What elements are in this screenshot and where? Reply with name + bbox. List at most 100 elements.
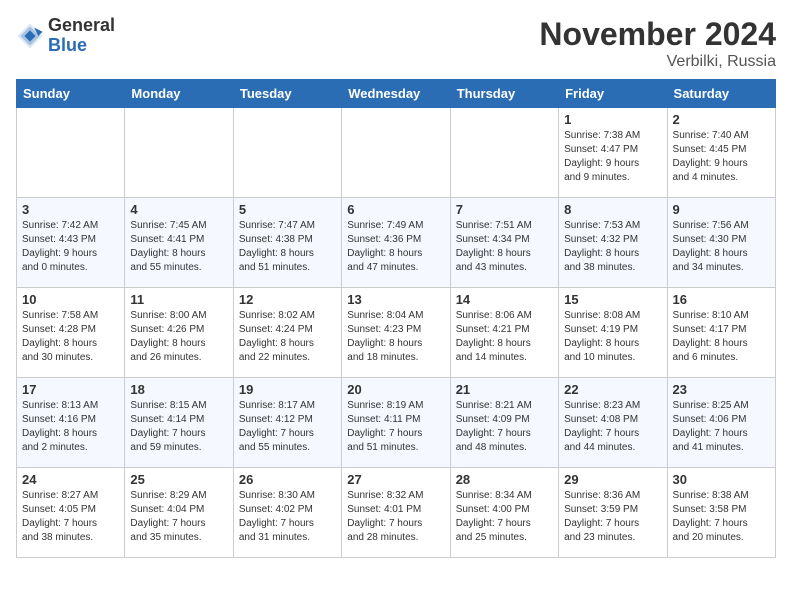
logo-general: General	[48, 15, 115, 35]
day-info: Sunrise: 7:40 AM Sunset: 4:45 PM Dayligh…	[673, 129, 770, 185]
day-info: Sunrise: 7:58 AM Sunset: 4:28 PM Dayligh…	[22, 309, 119, 365]
page-header: General Blue November 2024 Verbilki, Rus…	[16, 16, 776, 71]
day-info: Sunrise: 8:17 AM Sunset: 4:12 PM Dayligh…	[239, 399, 336, 455]
calendar-week-row: 24 Sunrise: 8:27 AM Sunset: 4:05 PM Dayli…	[17, 468, 776, 558]
calendar-day-cell: 18 Sunrise: 8:15 AM Sunset: 4:14 PM Dayli…	[125, 378, 233, 468]
weekday-header: Monday	[125, 80, 233, 108]
day-info: Sunrise: 8:15 AM Sunset: 4:14 PM Dayligh…	[130, 399, 227, 455]
day-number: 6	[347, 202, 444, 217]
location: Verbilki, Russia	[539, 53, 776, 71]
calendar-day-cell	[125, 108, 233, 198]
day-info: Sunrise: 8:38 AM Sunset: 3:58 PM Dayligh…	[673, 489, 770, 545]
calendar-day-cell: 24 Sunrise: 8:27 AM Sunset: 4:05 PM Dayli…	[17, 468, 125, 558]
day-info: Sunrise: 8:19 AM Sunset: 4:11 PM Dayligh…	[347, 399, 444, 455]
day-number: 20	[347, 382, 444, 397]
calendar-day-cell: 30 Sunrise: 8:38 AM Sunset: 3:58 PM Dayli…	[667, 468, 775, 558]
day-number: 21	[456, 382, 553, 397]
day-number: 8	[564, 202, 661, 217]
day-number: 16	[673, 292, 770, 307]
logo-blue: Blue	[48, 35, 87, 55]
day-number: 25	[130, 472, 227, 487]
calendar-day-cell: 21 Sunrise: 8:21 AM Sunset: 4:09 PM Dayli…	[450, 378, 558, 468]
day-number: 24	[22, 472, 119, 487]
calendar-day-cell: 19 Sunrise: 8:17 AM Sunset: 4:12 PM Dayli…	[233, 378, 341, 468]
day-info: Sunrise: 8:21 AM Sunset: 4:09 PM Dayligh…	[456, 399, 553, 455]
logo: General Blue	[16, 16, 115, 56]
calendar-day-cell: 27 Sunrise: 8:32 AM Sunset: 4:01 PM Dayli…	[342, 468, 450, 558]
day-number: 4	[130, 202, 227, 217]
day-number: 11	[130, 292, 227, 307]
day-info: Sunrise: 8:00 AM Sunset: 4:26 PM Dayligh…	[130, 309, 227, 365]
calendar-day-cell: 16Sunrise: 8:10 AM Sunset: 4:17 PM Dayli…	[667, 288, 775, 378]
calendar-day-cell: 9Sunrise: 7:56 AM Sunset: 4:30 PM Daylig…	[667, 198, 775, 288]
day-info: Sunrise: 7:56 AM Sunset: 4:30 PM Dayligh…	[673, 219, 770, 275]
day-info: Sunrise: 8:30 AM Sunset: 4:02 PM Dayligh…	[239, 489, 336, 545]
day-number: 18	[130, 382, 227, 397]
day-number: 19	[239, 382, 336, 397]
calendar-week-row: 1Sunrise: 7:38 AM Sunset: 4:47 PM Daylig…	[17, 108, 776, 198]
day-number: 13	[347, 292, 444, 307]
calendar-day-cell: 17 Sunrise: 8:13 AM Sunset: 4:16 PM Dayli…	[17, 378, 125, 468]
day-number: 23	[673, 382, 770, 397]
day-number: 12	[239, 292, 336, 307]
day-info: Sunrise: 7:49 AM Sunset: 4:36 PM Dayligh…	[347, 219, 444, 275]
calendar-day-cell: 23 Sunrise: 8:25 AM Sunset: 4:06 PM Dayli…	[667, 378, 775, 468]
day-info: Sunrise: 8:36 AM Sunset: 3:59 PM Dayligh…	[564, 489, 661, 545]
month-title: November 2024	[539, 16, 776, 53]
weekday-header: Wednesday	[342, 80, 450, 108]
calendar-day-cell: 2Sunrise: 7:40 AM Sunset: 4:45 PM Daylig…	[667, 108, 775, 198]
calendar-day-cell: 15 Sunrise: 8:08 AM Sunset: 4:19 PM Dayli…	[559, 288, 667, 378]
calendar-day-cell: 28 Sunrise: 8:34 AM Sunset: 4:00 PM Dayli…	[450, 468, 558, 558]
calendar-day-cell: 22Sunrise: 8:23 AM Sunset: 4:08 PM Dayli…	[559, 378, 667, 468]
day-info: Sunrise: 8:13 AM Sunset: 4:16 PM Dayligh…	[22, 399, 119, 455]
day-number: 17	[22, 382, 119, 397]
title-area: November 2024 Verbilki, Russia	[539, 16, 776, 71]
day-info: Sunrise: 7:47 AM Sunset: 4:38 PM Dayligh…	[239, 219, 336, 275]
day-number: 10	[22, 292, 119, 307]
day-number: 5	[239, 202, 336, 217]
calendar-day-cell: 1Sunrise: 7:38 AM Sunset: 4:47 PM Daylig…	[559, 108, 667, 198]
calendar-day-cell: 4 Sunrise: 7:45 AM Sunset: 4:41 PM Daylig…	[125, 198, 233, 288]
calendar-day-cell	[17, 108, 125, 198]
calendar-day-cell	[233, 108, 341, 198]
logo-icon	[16, 22, 44, 50]
day-info: Sunrise: 7:51 AM Sunset: 4:34 PM Dayligh…	[456, 219, 553, 275]
calendar-day-cell: 6 Sunrise: 7:49 AM Sunset: 4:36 PM Daylig…	[342, 198, 450, 288]
weekday-header: Saturday	[667, 80, 775, 108]
calendar-week-row: 17 Sunrise: 8:13 AM Sunset: 4:16 PM Dayli…	[17, 378, 776, 468]
day-info: Sunrise: 7:53 AM Sunset: 4:32 PM Dayligh…	[564, 219, 661, 275]
weekday-header: Tuesday	[233, 80, 341, 108]
day-info: Sunrise: 7:45 AM Sunset: 4:41 PM Dayligh…	[130, 219, 227, 275]
day-number: 29	[564, 472, 661, 487]
calendar-day-cell: 8 Sunrise: 7:53 AM Sunset: 4:32 PM Daylig…	[559, 198, 667, 288]
calendar-day-cell: 14Sunrise: 8:06 AM Sunset: 4:21 PM Dayli…	[450, 288, 558, 378]
day-info: Sunrise: 8:25 AM Sunset: 4:06 PM Dayligh…	[673, 399, 770, 455]
calendar-week-row: 10 Sunrise: 7:58 AM Sunset: 4:28 PM Dayli…	[17, 288, 776, 378]
day-info: Sunrise: 8:08 AM Sunset: 4:19 PM Dayligh…	[564, 309, 661, 365]
day-info: Sunrise: 8:34 AM Sunset: 4:00 PM Dayligh…	[456, 489, 553, 545]
day-number: 30	[673, 472, 770, 487]
weekday-header: Thursday	[450, 80, 558, 108]
calendar-header-row: SundayMondayTuesdayWednesdayThursdayFrid…	[17, 80, 776, 108]
day-info: Sunrise: 8:32 AM Sunset: 4:01 PM Dayligh…	[347, 489, 444, 545]
calendar-day-cell: 5 Sunrise: 7:47 AM Sunset: 4:38 PM Daylig…	[233, 198, 341, 288]
day-number: 1	[564, 112, 661, 127]
day-number: 26	[239, 472, 336, 487]
day-number: 28	[456, 472, 553, 487]
day-number: 27	[347, 472, 444, 487]
day-number: 22	[564, 382, 661, 397]
day-number: 7	[456, 202, 553, 217]
weekday-header: Friday	[559, 80, 667, 108]
calendar-day-cell: 11 Sunrise: 8:00 AM Sunset: 4:26 PM Dayli…	[125, 288, 233, 378]
calendar-week-row: 3Sunrise: 7:42 AM Sunset: 4:43 PM Daylig…	[17, 198, 776, 288]
day-number: 14	[456, 292, 553, 307]
calendar-day-cell: 20 Sunrise: 8:19 AM Sunset: 4:11 PM Dayli…	[342, 378, 450, 468]
calendar-day-cell: 12Sunrise: 8:02 AM Sunset: 4:24 PM Dayli…	[233, 288, 341, 378]
day-info: Sunrise: 8:04 AM Sunset: 4:23 PM Dayligh…	[347, 309, 444, 365]
calendar-day-cell: 25Sunrise: 8:29 AM Sunset: 4:04 PM Dayli…	[125, 468, 233, 558]
calendar-day-cell: 29 Sunrise: 8:36 AM Sunset: 3:59 PM Dayli…	[559, 468, 667, 558]
calendar-day-cell: 10 Sunrise: 7:58 AM Sunset: 4:28 PM Dayli…	[17, 288, 125, 378]
day-info: Sunrise: 8:27 AM Sunset: 4:05 PM Dayligh…	[22, 489, 119, 545]
day-number: 15	[564, 292, 661, 307]
calendar-day-cell	[450, 108, 558, 198]
